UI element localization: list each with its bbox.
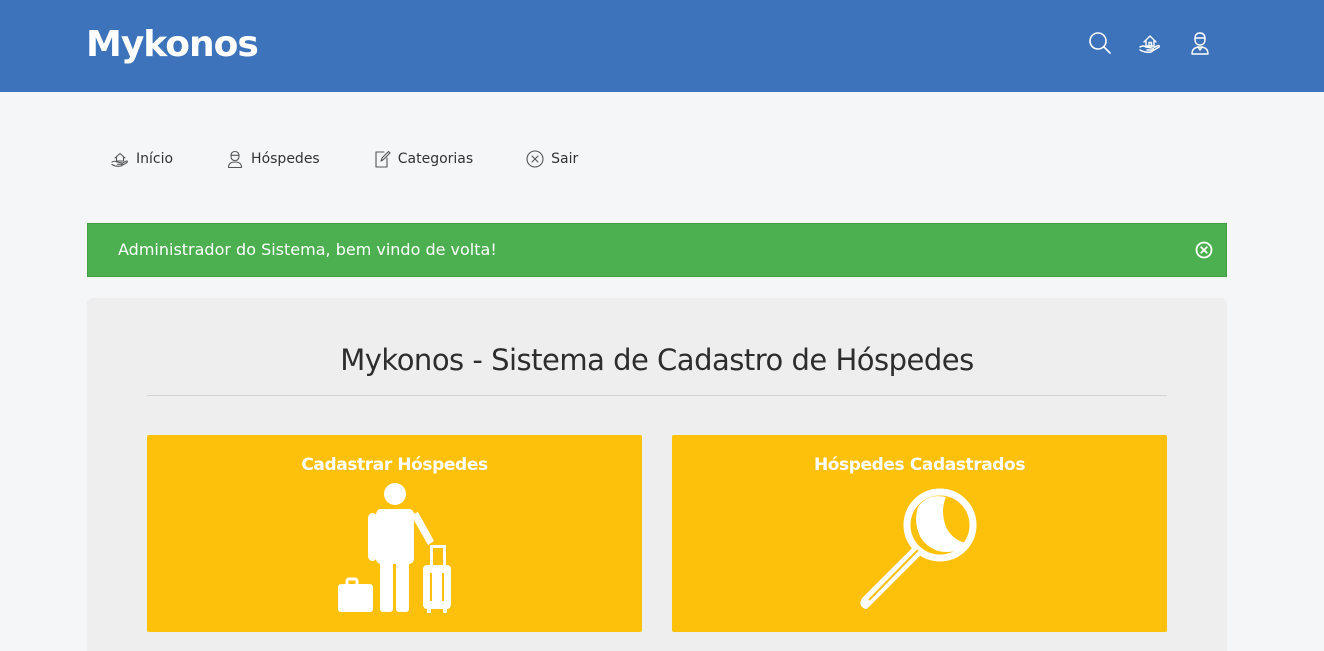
main-panel: Mykonos - Sistema de Cadastro de Hóspede… [87,298,1227,651]
search-icon[interactable] [1087,30,1113,56]
page-title: Mykonos - Sistema de Cadastro de Hóspede… [340,343,974,377]
nav-item-label: Categorias [397,151,474,167]
user-icon [225,149,245,169]
user-icon[interactable] [1187,30,1213,56]
alert-message: Administrador do Sistema, bem vindo de v… [118,240,497,259]
nav-item-label: Hóspedes [251,151,320,167]
welcome-alert: Administrador do Sistema, bem vindo de v… [87,223,1227,277]
top-bar: Mykonos [0,0,1324,92]
registered-guests-card[interactable]: Hóspedes Cadastrados [672,435,1167,632]
nav-item-hospedes[interactable]: Hóspedes [225,149,320,169]
home-hand-icon [110,149,130,169]
nav-item-inicio[interactable]: Início [110,149,173,169]
edit-note-icon [372,149,392,169]
close-icon[interactable] [1194,240,1214,260]
main-nav: Início Hóspedes Categorias Sair [110,146,630,172]
nav-item-label: Sair [551,151,579,167]
close-circle-icon [525,149,545,169]
brand-logo[interactable]: Mykonos [86,24,259,65]
nav-item-sair[interactable]: Sair [525,149,578,169]
nav-item-label: Início [136,151,174,167]
nav-item-categorias[interactable]: Categorias [372,149,473,169]
register-guests-card[interactable]: Cadastrar Hóspedes [147,435,642,632]
divider [147,395,1167,396]
traveler-luggage-icon [338,483,451,613]
magnifier-icon [860,488,977,609]
home-hand-icon[interactable] [1137,30,1163,56]
